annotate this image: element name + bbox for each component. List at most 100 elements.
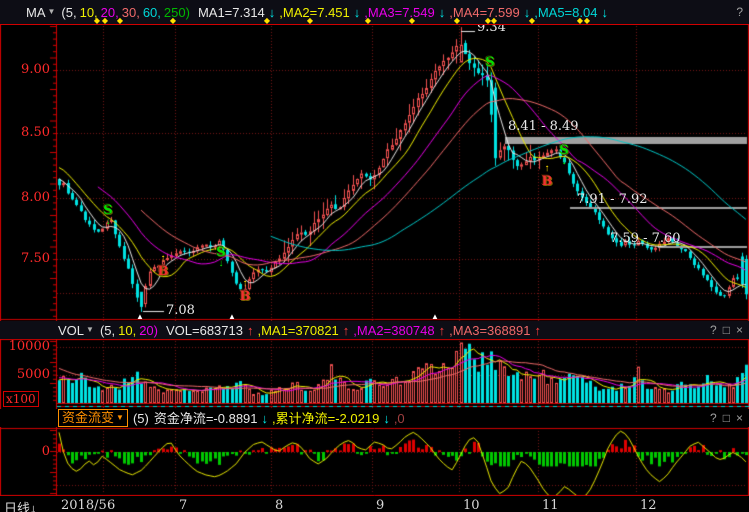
help-icon[interactable]: ? bbox=[710, 324, 717, 336]
ma-param: (5, bbox=[61, 5, 76, 20]
vol-value: ,MA3=368891 bbox=[449, 323, 530, 338]
flow-value: 资金净流=-0.8891 bbox=[154, 411, 258, 426]
price-annotation: 8.41 - 8.49 bbox=[508, 119, 579, 134]
axis-month-label: 11 bbox=[542, 498, 559, 512]
ma-value: ,MA3=7.549 bbox=[364, 5, 434, 20]
vol-params: (5,10,20) bbox=[100, 324, 161, 337]
axis-month-label: 6 bbox=[107, 498, 115, 512]
chevron-down-icon: ▼ bbox=[86, 326, 94, 334]
help-icon[interactable]: ? bbox=[710, 412, 717, 424]
chart-canvas[interactable] bbox=[0, 0, 749, 512]
trade-marker-b: B bbox=[158, 265, 169, 278]
ma-param: 250) bbox=[164, 5, 190, 20]
event-diamond-icon: ◆ bbox=[264, 16, 270, 25]
flow-zero-label: 0 bbox=[2, 444, 50, 459]
trend-arrow-icon: ↓ bbox=[262, 411, 269, 426]
axis-month-label: 9 bbox=[376, 498, 384, 512]
help-icon[interactable]: ? bbox=[736, 6, 743, 18]
trend-arrow-icon: ↑ bbox=[534, 323, 541, 338]
event-diamond-icon: ◆ bbox=[365, 16, 371, 25]
chevron-down-icon: ▼ bbox=[48, 8, 56, 16]
event-diamond-icon: ◆ bbox=[584, 16, 590, 25]
chevron-down-icon: ▼ bbox=[116, 414, 124, 422]
signal-arrow-icon: ▲ bbox=[228, 312, 236, 321]
event-diamond-icon: ◆ bbox=[117, 16, 123, 25]
buy-arrow-icon: ↑ bbox=[161, 254, 166, 264]
trade-marker-b: B bbox=[240, 290, 251, 303]
price-annotation: 7.08 bbox=[166, 303, 195, 318]
trade-letter: B bbox=[158, 264, 169, 279]
event-diamond-icon: ◆ bbox=[577, 16, 583, 25]
event-diamond-icon: ◆ bbox=[529, 16, 535, 25]
trade-letter: B bbox=[542, 174, 553, 189]
volume-axis-label: 5000 bbox=[2, 367, 50, 382]
trend-arrow-icon: ↑ bbox=[343, 323, 350, 338]
ma-value: ,MA2=7.451 bbox=[279, 5, 349, 20]
volume-unit-label: x100 bbox=[3, 391, 39, 407]
indicator-label: MA bbox=[26, 6, 46, 19]
sell-arrow-icon: ↓ bbox=[488, 69, 493, 79]
vol-param: 20) bbox=[139, 323, 158, 338]
indicator-selector-flow[interactable]: 资金流变▼ bbox=[58, 409, 128, 427]
event-diamond-icon: ◆ bbox=[170, 16, 176, 25]
period-selector[interactable]: 日线↓ bbox=[4, 498, 37, 512]
close-icon[interactable]: × bbox=[736, 412, 743, 424]
arrow-down-icon: ↓ bbox=[30, 501, 37, 512]
close-icon[interactable]: × bbox=[736, 324, 743, 336]
flow-value: ,累计净流=-2.0219 bbox=[272, 411, 379, 426]
event-diamond-icon: ◆ bbox=[409, 16, 415, 25]
ma-values: MA1=7.314↓,MA2=7.451↓,MA3=7.549↓,MA4=7.5… bbox=[198, 6, 612, 19]
period-label: 日线 bbox=[4, 501, 30, 512]
volume-axis-label: 10000 bbox=[2, 339, 50, 354]
indicator-label: 资金流变 bbox=[62, 411, 114, 424]
vol-param: 10, bbox=[118, 323, 136, 338]
trend-arrow-icon: ↓ bbox=[601, 5, 608, 20]
event-diamond-icon: ◆ bbox=[454, 16, 460, 25]
main-indicator-header: MA▼ (5,10,20,30,60,250) MA1=7.314↓,MA2=7… bbox=[0, 0, 749, 25]
price-axis-label: 7.50 bbox=[2, 251, 50, 266]
ma-value: MA1=7.314 bbox=[198, 5, 265, 20]
flow-values: 资金净流=-0.8891↓,累计净流=-2.0219↓,0 bbox=[154, 412, 408, 425]
event-diamond-icon: ◆ bbox=[307, 16, 313, 25]
buy-arrow-icon: ↑ bbox=[243, 279, 248, 289]
indicator-selector-ma[interactable]: MA▼ bbox=[26, 6, 55, 19]
vol-value: ,MA1=370821 bbox=[257, 323, 338, 338]
maximize-icon[interactable]: □ bbox=[723, 412, 730, 424]
signal-arrow-icon: ▲ bbox=[136, 312, 144, 321]
flow-indicator-header: 资金流变▼ (5) 资金净流=-0.8891↓,累计净流=-2.0219↓,0 … bbox=[0, 409, 749, 427]
sell-arrow-icon: ↓ bbox=[562, 157, 567, 167]
axis-month-label: 7 bbox=[179, 498, 187, 512]
price-annotation: 7.59 - 7.60 bbox=[610, 231, 681, 246]
indicator-label: VOL bbox=[58, 324, 84, 337]
buy-arrow-icon: ↑ bbox=[545, 164, 550, 174]
sell-arrow-icon: ↓ bbox=[106, 217, 111, 227]
sell-arrow-icon: ↓ bbox=[219, 259, 224, 269]
vol-value: ,MA2=380748 bbox=[353, 323, 434, 338]
axis-year-month: 2018/5 bbox=[61, 498, 107, 512]
signal-arrow-icon: ▲ bbox=[431, 312, 439, 321]
event-diamond-icon: ◆ bbox=[491, 16, 497, 25]
axis-month-label: 10 bbox=[463, 498, 480, 512]
axis-month-label: 8 bbox=[275, 498, 283, 512]
trend-arrow-icon: ↑ bbox=[439, 323, 446, 338]
trend-arrow-icon: ↑ bbox=[247, 323, 254, 338]
ma-param: 30, bbox=[122, 5, 140, 20]
event-diamond-icon: ◆ bbox=[94, 16, 100, 25]
trend-arrow-icon: ↓ bbox=[439, 5, 446, 20]
ma-param: 60, bbox=[143, 5, 161, 20]
trend-arrow-icon: ↓ bbox=[354, 5, 361, 20]
trade-letter: B bbox=[240, 289, 251, 304]
vol-values: VOL=683713↑,MA1=370821↑,MA2=380748↑,MA3=… bbox=[166, 324, 545, 337]
price-annotation: 7.91 - 7.92 bbox=[577, 192, 648, 207]
maximize-icon[interactable]: □ bbox=[723, 324, 730, 336]
stock-app-window: MA▼ (5,10,20,30,60,250) MA1=7.314↓,MA2=7… bbox=[0, 0, 749, 512]
price-axis-label: 8.00 bbox=[2, 190, 50, 205]
indicator-selector-vol[interactable]: VOL▼ bbox=[58, 324, 94, 337]
event-diamond-icon: ◆ bbox=[102, 16, 108, 25]
axis-month-label: 12 bbox=[640, 498, 657, 512]
flow-value: ,0 bbox=[394, 411, 405, 426]
vol-indicator-header: VOL▼ (5,10,20) VOL=683713↑,MA1=370821↑,M… bbox=[0, 321, 749, 339]
trend-arrow-icon: ↓ bbox=[383, 411, 390, 426]
flow-params: (5) bbox=[133, 412, 149, 425]
vol-value: VOL=683713 bbox=[166, 323, 243, 338]
